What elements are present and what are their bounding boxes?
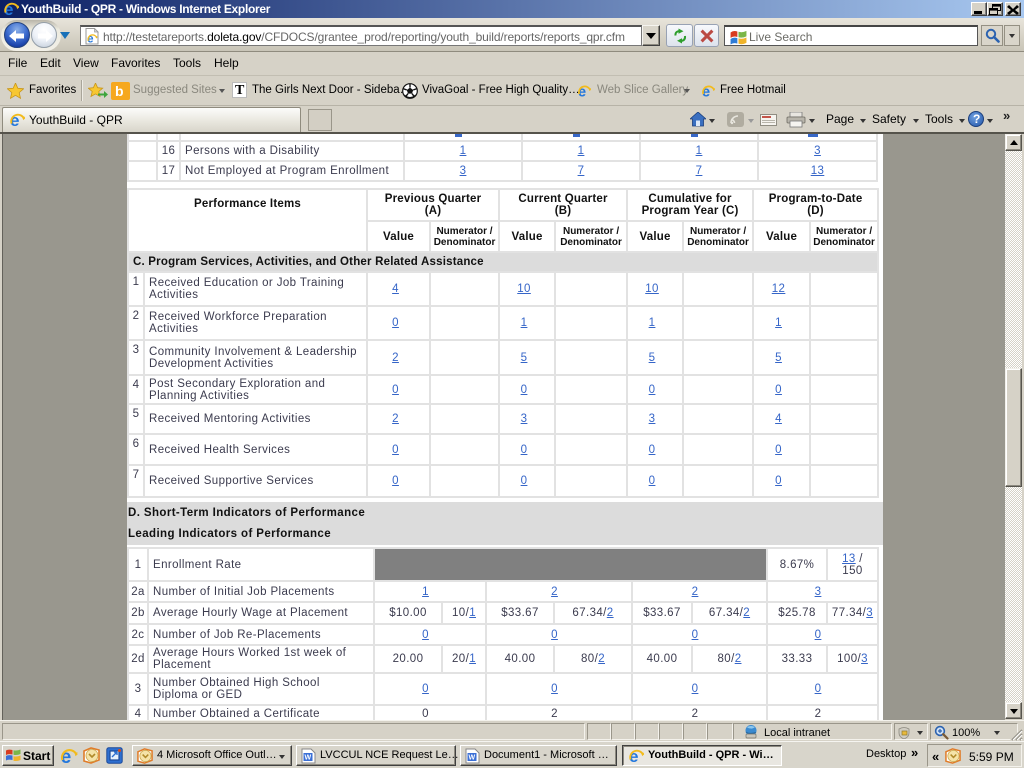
svg-text:W: W [469, 755, 476, 762]
svg-text:W: W [305, 755, 312, 762]
